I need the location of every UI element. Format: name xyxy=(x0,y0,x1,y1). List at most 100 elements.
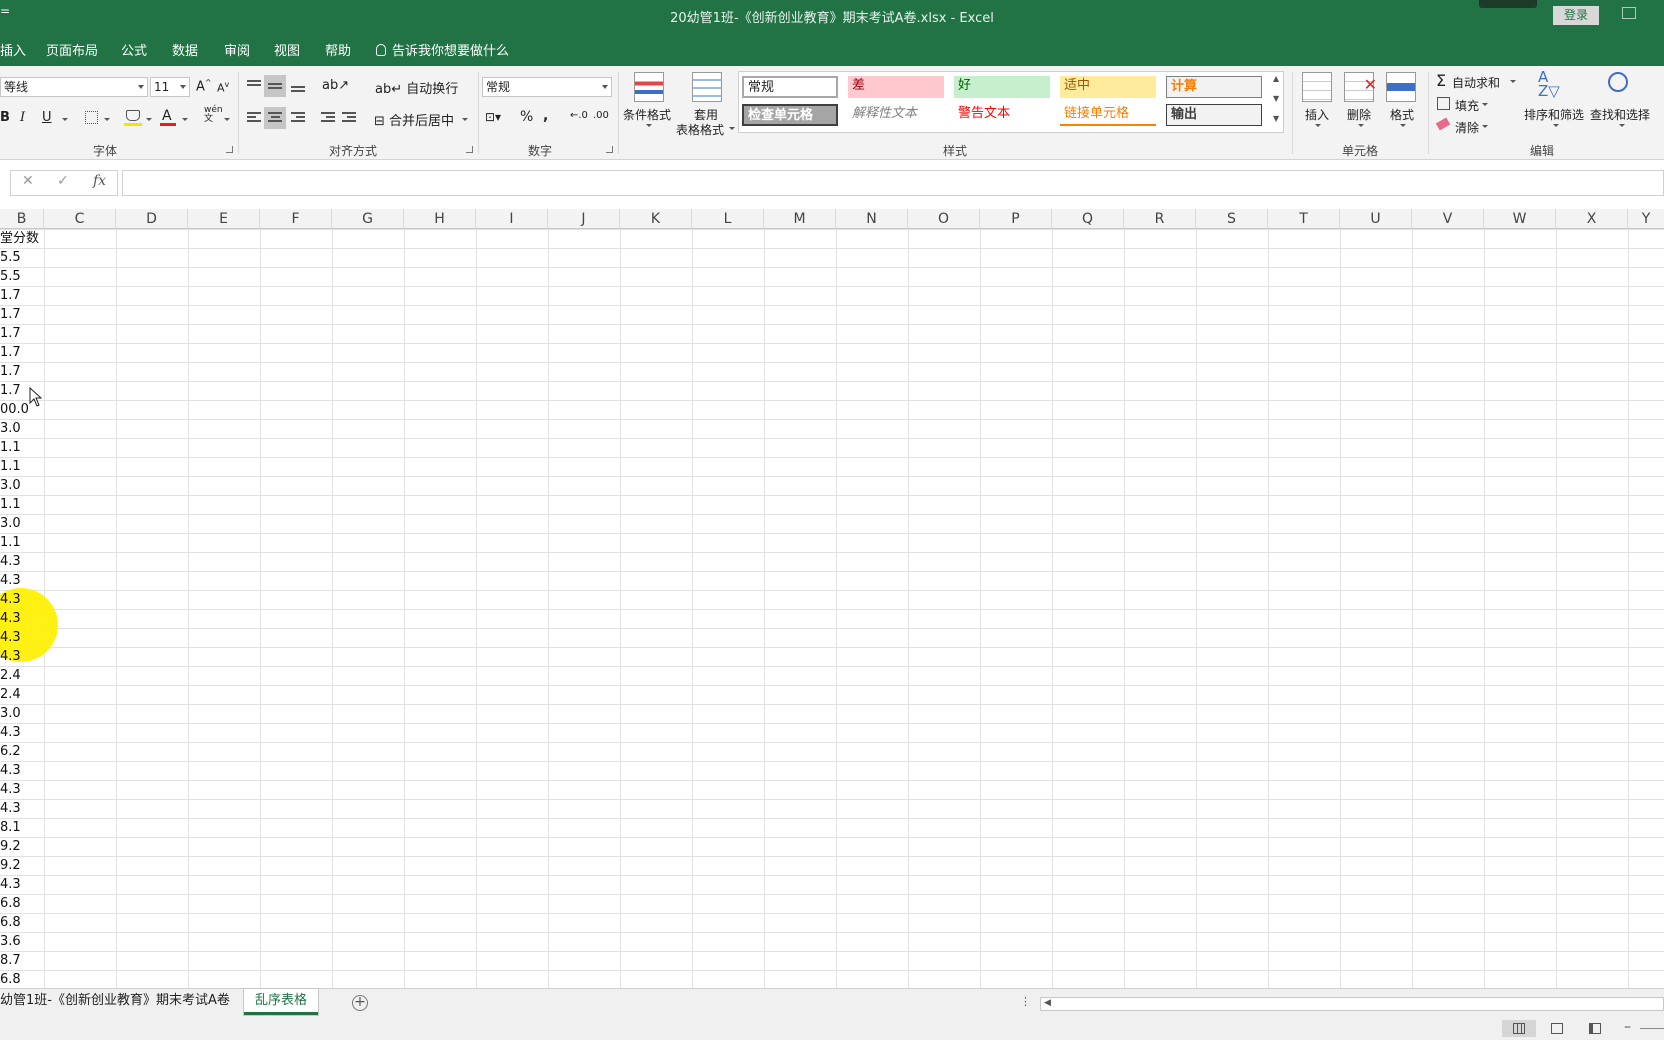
underline-icon[interactable]: U xyxy=(42,110,52,125)
increase-decimal-icon[interactable]: ←.0 xyxy=(570,110,588,121)
cell[interactable]: 4.3 xyxy=(0,875,44,894)
column-header[interactable]: X xyxy=(1556,209,1628,229)
column-header[interactable]: R xyxy=(1124,209,1196,229)
cell[interactable]: 1.7 xyxy=(0,305,44,324)
zoom-out-icon[interactable]: – xyxy=(1624,1019,1631,1035)
column-header[interactable]: C xyxy=(44,209,116,229)
style-bad[interactable]: 差 xyxy=(848,76,944,98)
style-explanatory[interactable]: 解释性文本 xyxy=(848,104,944,126)
add-sheet-icon[interactable]: + xyxy=(352,995,368,1011)
column-header[interactable]: E xyxy=(188,209,260,229)
cell[interactable]: 4.3 xyxy=(0,571,44,590)
conditional-formatting-label[interactable]: 条件格式 xyxy=(623,106,671,123)
font-name-combo[interactable]: 等线 xyxy=(0,77,148,97)
cell[interactable]: 1.7 xyxy=(0,286,44,305)
cell[interactable]: 9.2 xyxy=(0,837,44,856)
style-good[interactable]: 好 xyxy=(954,76,1050,98)
cell[interactable]: 2.4 xyxy=(0,666,44,685)
alignment-dialog-launcher-icon[interactable] xyxy=(466,146,473,153)
cell[interactable]: 4.3 xyxy=(0,609,44,628)
page-layout-view-button[interactable] xyxy=(1540,1020,1574,1037)
formula-input[interactable] xyxy=(122,170,1664,196)
cell[interactable]: 4.3 xyxy=(0,799,44,818)
cell[interactable]: 3.0 xyxy=(0,704,44,723)
eraser-icon[interactable] xyxy=(1435,117,1451,131)
cell[interactable]: 4.3 xyxy=(0,780,44,799)
cell[interactable]: 1.1 xyxy=(0,495,44,514)
login-button[interactable]: 登录 xyxy=(1553,6,1599,25)
cell[interactable]: 4.3 xyxy=(0,590,44,609)
column-header[interactable]: H xyxy=(404,209,476,229)
cell[interactable]: 3.6 xyxy=(0,932,44,951)
delete-cells-icon[interactable]: ✕ xyxy=(1344,72,1377,102)
font-color-icon[interactable]: A xyxy=(162,108,172,124)
cell[interactable]: 6.2 xyxy=(0,742,44,761)
sheet-tab-active[interactable]: 乱序表格 xyxy=(244,989,318,1015)
delete-cells-label[interactable]: 删除 xyxy=(1347,106,1371,123)
style-calculation[interactable]: 计算 xyxy=(1166,76,1262,98)
column-header[interactable]: O xyxy=(908,209,980,229)
style-output[interactable]: 输出 xyxy=(1166,104,1262,126)
cell[interactable]: 1.7 xyxy=(0,324,44,343)
fill-label[interactable]: 填充 xyxy=(1455,97,1479,114)
cell[interactable]: 1.1 xyxy=(0,457,44,476)
tab-insert[interactable]: 插入 xyxy=(0,40,26,59)
column-header[interactable]: Q xyxy=(1052,209,1124,229)
horizontal-scrollbar[interactable]: ◀ xyxy=(1040,997,1664,1011)
font-dialog-launcher-icon[interactable] xyxy=(226,146,233,153)
wrap-text-button[interactable]: ab↵ 自动换行 xyxy=(375,78,458,97)
cell[interactable]: 4.3 xyxy=(0,628,44,647)
clear-label[interactable]: 清除 xyxy=(1455,119,1479,136)
column-header[interactable]: D xyxy=(116,209,188,229)
column-header[interactable]: W xyxy=(1484,209,1556,229)
ribbon-display-options-icon[interactable] xyxy=(1622,7,1636,19)
style-linked-cell[interactable]: 链接单元格 xyxy=(1060,104,1156,126)
scroll-left-icon[interactable]: ◀ xyxy=(1044,998,1051,1008)
format-cells-icon[interactable] xyxy=(1386,72,1416,102)
cell[interactable]: 2.4 xyxy=(0,685,44,704)
style-normal[interactable]: 常规 xyxy=(742,76,838,98)
autosum-label[interactable]: 自动求和 xyxy=(1452,74,1500,91)
tab-formulas[interactable]: 公式 xyxy=(121,40,147,59)
style-warning[interactable]: 警告文本 xyxy=(954,104,1050,126)
zoom-slider[interactable] xyxy=(1640,1028,1664,1029)
tab-split-handle[interactable]: ⋮ xyxy=(1020,995,1031,1008)
gallery-more-icon[interactable]: ▼ xyxy=(1273,114,1279,123)
font-size-combo[interactable]: 11 xyxy=(150,77,190,97)
increase-font-icon[interactable]: A^ xyxy=(196,78,212,94)
column-header[interactable]: T xyxy=(1268,209,1340,229)
cell[interactable]: 4.3 xyxy=(0,647,44,666)
currency-icon[interactable]: ⊡▾ xyxy=(485,110,501,124)
cell[interactable]: 8.7 xyxy=(0,951,44,970)
cell[interactable]: 6.8 xyxy=(0,913,44,932)
conditional-formatting-icon[interactable] xyxy=(634,72,664,102)
column-header[interactable]: M xyxy=(764,209,836,229)
merge-center-button[interactable]: ⊟ 合并后居中 xyxy=(374,110,454,129)
cell[interactable]: 5.5 xyxy=(0,248,44,267)
column-header[interactable]: N xyxy=(836,209,908,229)
cell[interactable]: 8.1 xyxy=(0,818,44,837)
page-break-view-button[interactable] xyxy=(1578,1020,1612,1037)
tab-help[interactable]: 帮助 xyxy=(325,40,351,59)
cell[interactable]: 4.3 xyxy=(0,761,44,780)
find-select-icon[interactable] xyxy=(1608,72,1628,92)
comma-icon[interactable]: , xyxy=(543,108,548,124)
insert-function-icon[interactable]: fx xyxy=(93,173,106,189)
cell-grid[interactable]: 堂分数 5.5 5.5 1.7 1.7 1.7 1.7 1.7 1.7 00.0… xyxy=(0,229,1664,988)
tab-data[interactable]: 数据 xyxy=(172,40,198,59)
cell[interactable]: 1.1 xyxy=(0,438,44,457)
bold-icon[interactable]: B xyxy=(0,110,10,125)
decrease-font-icon[interactable]: Av xyxy=(217,80,229,95)
number-dialog-launcher-icon[interactable] xyxy=(606,146,613,153)
decrease-decimal-icon[interactable]: .00 xyxy=(593,110,609,121)
fill-down-icon[interactable] xyxy=(1437,97,1450,110)
sort-filter-icon[interactable]: A Z▽ xyxy=(1538,70,1560,99)
align-top-icon[interactable] xyxy=(247,80,261,92)
cancel-icon[interactable]: ✕ xyxy=(22,173,34,189)
borders-icon[interactable] xyxy=(85,111,98,124)
column-header[interactable]: S xyxy=(1196,209,1268,229)
cell[interactable]: 1.1 xyxy=(0,533,44,552)
column-header[interactable]: K xyxy=(620,209,692,229)
column-header[interactable]: L xyxy=(692,209,764,229)
format-as-table-icon[interactable] xyxy=(692,72,722,102)
